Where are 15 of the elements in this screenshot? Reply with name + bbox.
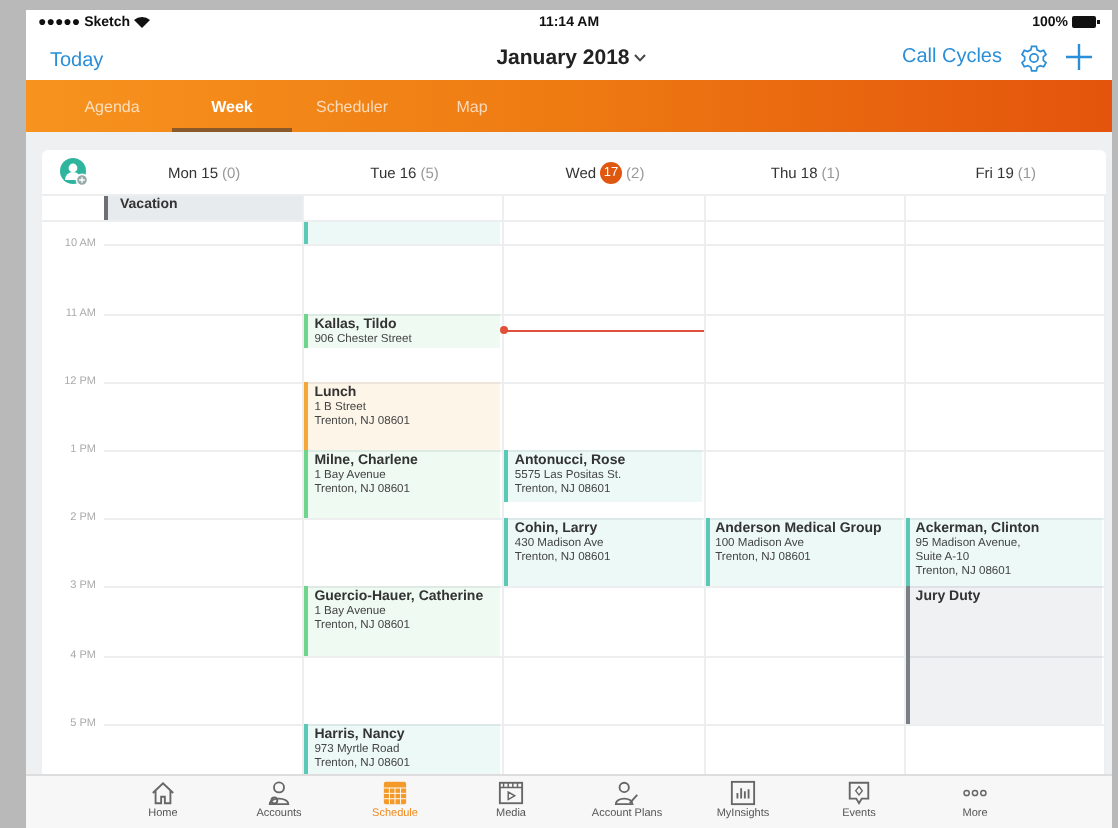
person-icon	[266, 780, 292, 806]
film-icon	[498, 780, 524, 806]
person-pen-icon	[614, 780, 640, 806]
calendar-icon	[382, 780, 408, 806]
wifi-icon	[134, 16, 151, 28]
month-title[interactable]: January 2018	[496, 45, 630, 69]
settings-icon[interactable]	[1020, 43, 1048, 71]
battery-icon	[1072, 16, 1100, 28]
user-add-icon[interactable]	[59, 158, 87, 186]
home-icon	[150, 780, 176, 806]
today-link[interactable]: Today	[50, 49, 104, 71]
chat-bubble-icon	[846, 780, 872, 806]
plus-icon[interactable]	[1066, 44, 1092, 70]
chevron-down-icon[interactable]	[633, 53, 646, 61]
bar-chart-icon	[730, 780, 756, 806]
